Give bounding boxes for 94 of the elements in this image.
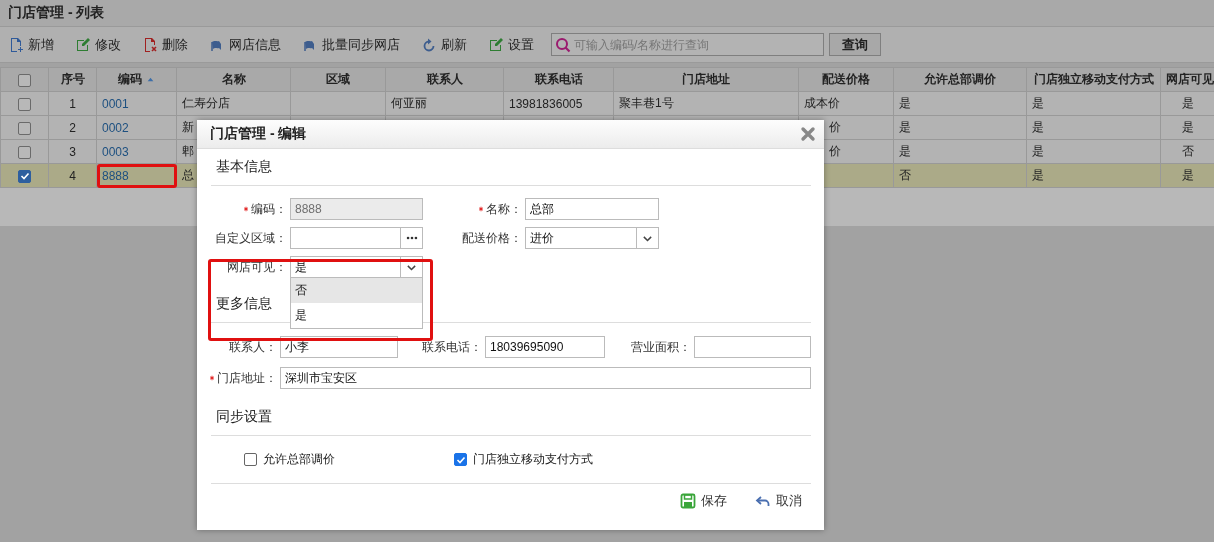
input-field[interactable] [290,227,401,249]
field-label: 联系电话： [421,338,483,356]
save-icon [680,493,696,509]
table-cell: 4 [69,168,76,183]
table-cell: 2 [69,120,76,135]
table-cell: 价 [829,120,841,134]
close-button[interactable] [800,126,816,142]
input-field[interactable]: 深圳市宝安区 [280,367,811,389]
table-cell: 否 [1181,144,1194,158]
table-cell: 成本价 [804,96,840,110]
field-label: 名称： [423,200,525,218]
field-label: 门店地址： [207,369,280,387]
table-cell: 是 [1181,120,1194,134]
column-header[interactable]: 序号 [48,67,97,92]
dialog-button[interactable]: 取消 [755,492,802,510]
table-cell: 是 [899,120,911,134]
table-cell: 3 [69,144,76,159]
input-field[interactable] [694,336,811,358]
toolbar-button[interactable]: 新增 [8,35,54,54]
table-cell: 是 [1032,120,1044,134]
code-link[interactable]: 8888 [102,168,129,183]
field-label: 营业面积： [630,338,692,356]
column-header[interactable]: 允许总部调价 [893,67,1027,92]
field-label: 联系人： [228,338,278,356]
table-cell: 聚丰巷1号 [619,96,674,110]
field-label: 网店可见： [226,258,288,276]
table-cell: 价 [829,144,841,158]
code-link[interactable]: 0002 [102,120,129,135]
column-header[interactable]: 门店独立移动支付方式 [1026,67,1161,92]
table-cell: 是 [1032,168,1044,182]
close-icon [800,126,816,142]
table-cell: 总 [182,168,194,182]
field-label: 编码： [207,200,290,218]
checkbox[interactable] [18,73,31,87]
column-header[interactable]: 名称 [176,67,291,92]
checkbox[interactable] [18,121,31,135]
toolbar-button[interactable]: 批量同步网店 [302,35,400,54]
refresh-icon [421,36,437,53]
column-header[interactable]: 网店可见 [1160,67,1214,92]
dropdown-option[interactable]: 否 [291,278,422,303]
column-header[interactable]: 区域 [290,67,386,92]
table-cell: 郫 [182,144,194,158]
field-label: 自定义区域： [214,229,288,247]
checkbox[interactable] [18,169,31,183]
code-link[interactable]: 0001 [102,96,129,111]
toolbar-button[interactable]: 修改 [75,35,121,54]
table-cell: 是 [899,96,911,110]
dialog-title: 门店管理 - 编辑 [210,125,307,143]
page-title: 门店管理 - 列表 [0,0,1214,27]
select-field[interactable]: 进价 [525,227,637,249]
checkbox-label[interactable]: 门店独立移动支付方式 [473,451,593,468]
table-cell: 否 [899,168,911,182]
select-field[interactable]: 是 [290,256,401,278]
dropdown-button[interactable] [636,227,659,249]
checkbox[interactable] [18,145,31,159]
toolbar-button[interactable]: 删除 [142,35,188,54]
checkbox[interactable] [454,453,467,466]
checkbox-label[interactable]: 允许总部调价 [263,451,335,468]
column-header[interactable]: 配送价格 [798,67,894,92]
dropdown-option[interactable]: 是 [291,303,422,328]
new-document-icon [8,36,24,53]
undo-arrow-icon [755,493,771,509]
code-link[interactable]: 0003 [102,144,129,159]
dialog-button[interactable]: 保存 [680,492,727,510]
column-header[interactable]: 联系人 [385,67,504,92]
checkbox[interactable] [244,453,257,466]
table-cell: 仁寿分店 [182,96,230,110]
table-cell: 是 [1181,96,1194,110]
table-cell: 是 [1181,168,1194,182]
column-header[interactable]: 联系电话 [503,67,614,92]
input-field[interactable]: 总部 [525,198,659,220]
table-cell: 新 [182,120,194,134]
table-cell: 是 [899,144,911,158]
toolbar-button[interactable]: 刷新 [421,35,467,54]
input-field[interactable]: 18039695090 [485,336,605,358]
checkbox[interactable] [18,97,31,111]
section-heading: 基本信息 [211,149,811,186]
delete-document-icon [142,36,158,53]
edit-icon [75,36,91,53]
picker-button[interactable] [400,227,423,249]
edit-icon [488,36,504,53]
table-cell: 何亚丽 [391,96,427,110]
toolbar-button[interactable]: 设置 [488,35,534,54]
toolbar-button[interactable]: 网店信息 [209,35,281,54]
table-cell: 13981836005 [509,96,583,111]
search-icon [555,37,571,53]
section-heading: 同步设置 [211,399,811,436]
table-cell: 1 [69,96,76,111]
column-header[interactable]: 门店地址 [613,67,799,92]
query-button[interactable]: 查询 [829,33,881,56]
column-header[interactable]: 编码 [96,67,177,92]
field-label: 配送价格： [461,229,523,247]
table-cell: 是 [1032,144,1044,158]
table-cell: 是 [1032,96,1044,110]
